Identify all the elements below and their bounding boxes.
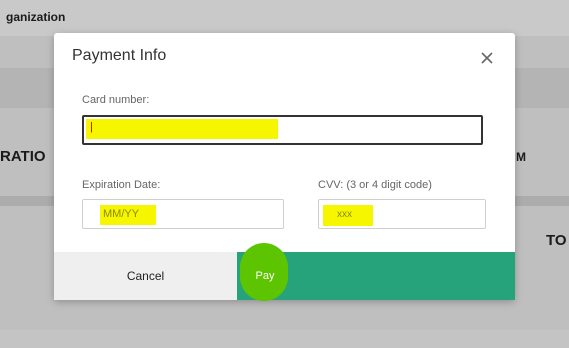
payment-modal: Payment Info Card number: | Expiration D… — [54, 33, 515, 301]
close-icon[interactable] — [478, 49, 496, 67]
card-number-field[interactable]: | — [82, 115, 483, 145]
pay-label: Pay — [255, 270, 275, 282]
cancel-label: Cancel — [126, 269, 165, 283]
pay-button[interactable]: Pay — [237, 243, 515, 301]
expiration-date-label: Expiration Date: — [82, 179, 161, 191]
cvv-field[interactable]: xxx — [318, 199, 486, 229]
card-number-value: | — [90, 121, 93, 133]
expiration-placeholder: MM/YY — [103, 208, 140, 220]
expiration-date-field[interactable]: MM/YY — [82, 199, 284, 229]
card-number-label: Card number: — [82, 94, 150, 106]
modal-title: Payment Info — [72, 47, 167, 64]
modal-footer: Cancel Pay — [54, 243, 515, 301]
cvv-placeholder: xxx — [337, 209, 352, 220]
cancel-button[interactable]: Cancel — [54, 252, 237, 300]
card-number-highlight — [86, 119, 278, 139]
cvv-label: CVV: (3 or 4 digit code) — [318, 179, 432, 191]
